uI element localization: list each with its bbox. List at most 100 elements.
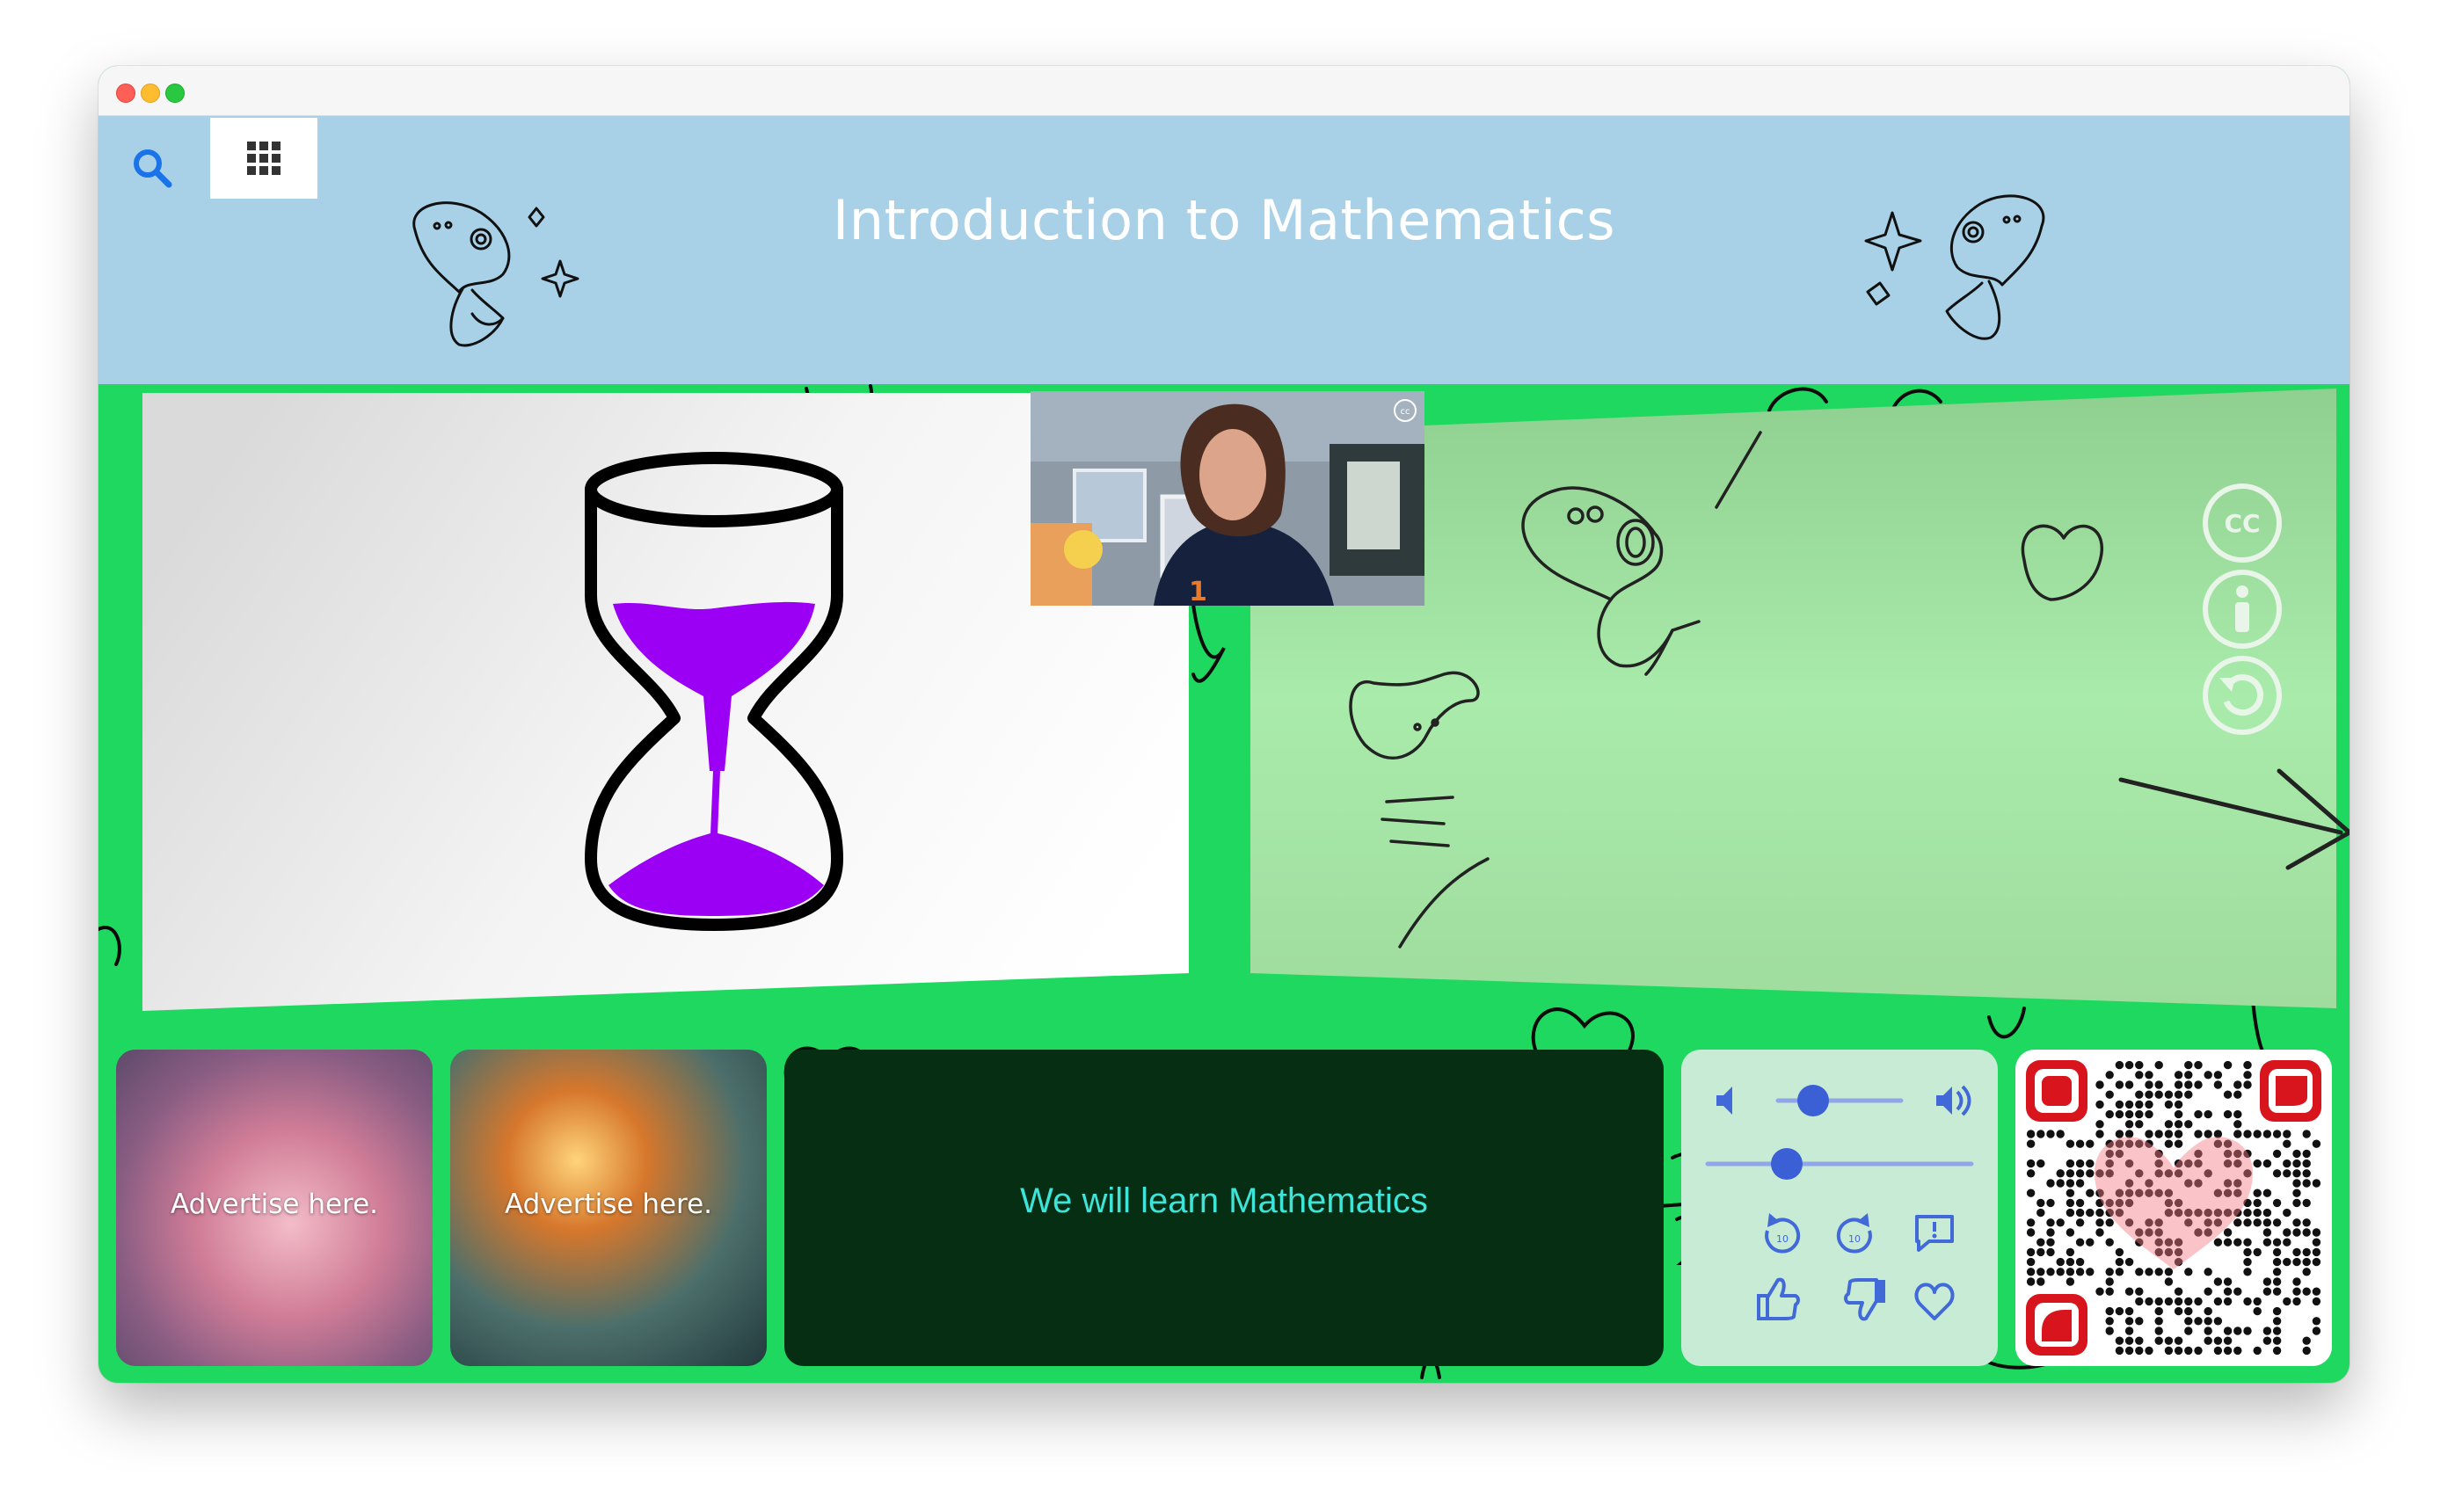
- qr-module: [2204, 1317, 2212, 1326]
- qr-module: [2204, 1071, 2212, 1079]
- volume-low-icon[interactable]: [1716, 1087, 1732, 1115]
- thumbs-up-icon[interactable]: [1757, 1277, 1800, 1320]
- presenter-video[interactable]: 1 cc: [1031, 391, 1424, 606]
- qr-module: [2135, 1336, 2144, 1345]
- qr-module: [2312, 1247, 2321, 1257]
- qr-module: [2036, 1208, 2045, 1218]
- qr-module: [2292, 1247, 2301, 1257]
- replay-icon[interactable]: [2200, 653, 2284, 738]
- feedback-icon[interactable]: [1915, 1215, 1954, 1252]
- close-window-button[interactable]: [116, 84, 135, 103]
- qr-module: [2272, 1169, 2282, 1178]
- qr-module: [2243, 1327, 2252, 1335]
- qr-module: [2233, 1346, 2242, 1356]
- qr-module: [2174, 1297, 2183, 1306]
- qr-module: [2154, 1336, 2163, 1345]
- ad-tile-1[interactable]: Advertise here.: [116, 1050, 433, 1366]
- qr-module: [2233, 1080, 2242, 1089]
- qr-module: [2213, 1238, 2223, 1247]
- qr-module: [2283, 1257, 2291, 1267]
- qr-module: [2272, 1277, 2282, 1286]
- qr-module: [2115, 1306, 2124, 1316]
- seek-slider-thumb[interactable]: [1771, 1148, 1803, 1180]
- qr-module: [2302, 1218, 2311, 1227]
- qr-module: [2135, 1120, 2144, 1129]
- message-panel: We will learn Mathematics: [784, 1050, 1664, 1366]
- forward-10-icon[interactable]: 10: [1836, 1213, 1872, 1254]
- qr-module: [2283, 1169, 2291, 1178]
- qr-module: [2174, 1139, 2183, 1148]
- qr-module: [2154, 1130, 2163, 1138]
- qr-module: [2026, 1169, 2036, 1178]
- qr-module: [2105, 1306, 2114, 1316]
- apps-menu-button[interactable]: [210, 118, 317, 199]
- qr-module: [2233, 1238, 2242, 1247]
- qr-module: [2046, 1238, 2055, 1247]
- qr-module: [2066, 1189, 2075, 1197]
- zoom-window-button[interactable]: [165, 84, 185, 103]
- qr-module: [2145, 1109, 2153, 1119]
- qr-module: [2292, 1277, 2301, 1286]
- qr-module: [2164, 1346, 2174, 1356]
- info-icon[interactable]: [2200, 567, 2284, 651]
- qr-module: [2233, 1120, 2242, 1129]
- qr-module: [2272, 1317, 2282, 1326]
- qr-module: [2312, 1257, 2321, 1267]
- qr-code-tile[interactable]: [2015, 1050, 2332, 1366]
- qr-module: [2223, 1336, 2233, 1345]
- qr-module: [2262, 1336, 2272, 1345]
- volume-slider-thumb[interactable]: [1797, 1085, 1829, 1116]
- qr-module: [2223, 1277, 2233, 1286]
- qr-module: [2283, 1208, 2291, 1218]
- ad-tile-2[interactable]: Advertise here.: [450, 1050, 767, 1366]
- qr-module: [2124, 1109, 2134, 1119]
- closed-captions-icon[interactable]: CC: [2200, 481, 2284, 565]
- heart-icon[interactable]: [1914, 1283, 1955, 1320]
- qr-module: [2086, 1139, 2095, 1148]
- qr-module: [2213, 1346, 2223, 1356]
- qr-module: [2272, 1130, 2282, 1138]
- qr-module: [2036, 1268, 2045, 1276]
- qr-module: [2292, 1287, 2301, 1296]
- qr-module: [2124, 1306, 2134, 1316]
- qr-module: [2026, 1139, 2036, 1148]
- mascot-doodle-left: [412, 201, 579, 347]
- qr-module: [2095, 1130, 2104, 1138]
- qr-module: [2066, 1139, 2075, 1148]
- qr-module: [2164, 1268, 2174, 1276]
- qr-module: [2194, 1080, 2203, 1089]
- qr-module: [2046, 1218, 2055, 1227]
- qr-module: [2272, 1218, 2282, 1227]
- minimize-window-button[interactable]: [141, 84, 160, 103]
- qr-module: [2095, 1080, 2104, 1089]
- volume-high-icon[interactable]: [1936, 1085, 1971, 1116]
- ad-label: Advertise here.: [504, 1189, 713, 1220]
- qr-module: [2302, 1159, 2311, 1168]
- qr-module: [2145, 1346, 2153, 1356]
- qr-module: [2075, 1238, 2085, 1247]
- qr-module: [2154, 1060, 2163, 1070]
- qr-module: [2145, 1297, 2153, 1306]
- qr-module: [2115, 1130, 2124, 1138]
- qr-module: [2075, 1139, 2085, 1148]
- qr-module: [2233, 1218, 2242, 1227]
- qr-module: [2262, 1228, 2272, 1237]
- thumbs-down-icon[interactable]: [1844, 1278, 1885, 1321]
- qr-module: [2174, 1080, 2183, 1089]
- qr-module: [2135, 1287, 2144, 1296]
- qr-module: [2272, 1336, 2282, 1345]
- qr-finder-bottom-left: [2026, 1294, 2087, 1356]
- qr-module: [2066, 1268, 2075, 1276]
- qr-module: [2154, 1317, 2163, 1326]
- qr-module: [2204, 1268, 2212, 1276]
- qr-module: [2056, 1179, 2065, 1188]
- video-cc-icon[interactable]: cc: [1393, 398, 1417, 423]
- qr-module: [2184, 1071, 2193, 1079]
- qr-module: [2046, 1179, 2055, 1188]
- qr-module: [2145, 1130, 2153, 1138]
- qr-module: [2243, 1257, 2252, 1267]
- qr-module: [2086, 1159, 2095, 1168]
- qr-module: [2213, 1297, 2223, 1306]
- rewind-10-icon[interactable]: 10: [1765, 1213, 1801, 1254]
- qr-module: [2272, 1306, 2282, 1316]
